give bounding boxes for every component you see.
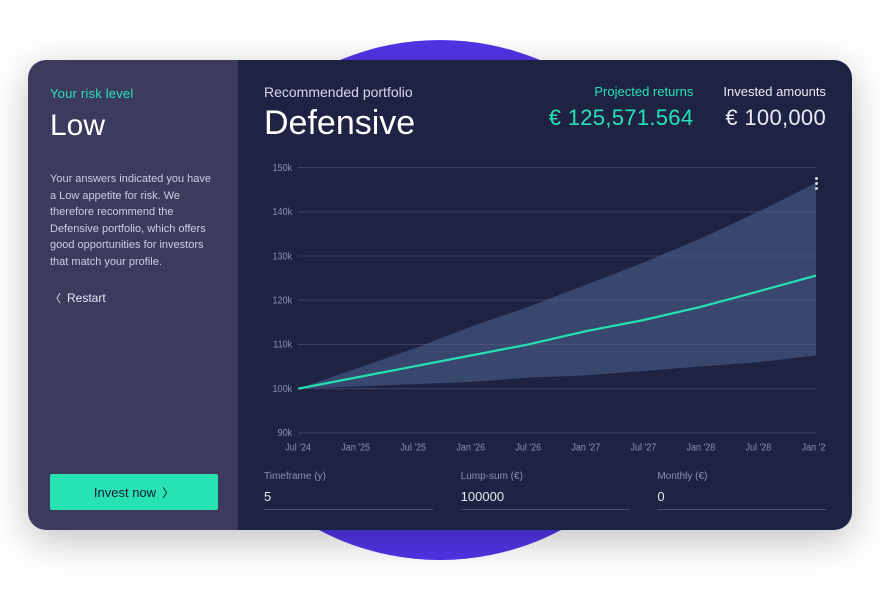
- svg-text:100k: 100k: [273, 384, 293, 395]
- inputs-row: Timeframe (y) Lump-sum (€) Monthly (€): [264, 471, 826, 510]
- monthly-label: Monthly (€): [657, 471, 826, 482]
- svg-text:Jul '27: Jul '27: [630, 442, 656, 453]
- risk-description: Your answers indicated you have a Low ap…: [50, 171, 218, 270]
- lump-sum-label: Lump-sum (€): [461, 471, 630, 482]
- main-content: Recommended portfolio Defensive Projecte…: [238, 60, 852, 530]
- invest-label: Invest now: [94, 485, 156, 500]
- svg-text:130k: 130k: [273, 251, 293, 262]
- sidebar: Your risk level Low Your answers indicat…: [28, 60, 238, 530]
- chart-menu-icon[interactable]: [815, 175, 818, 192]
- timeframe-input[interactable]: [264, 486, 433, 510]
- restart-button[interactable]: 〉 Restart: [50, 290, 218, 306]
- app-panel: Your risk level Low Your answers indicat…: [28, 60, 852, 530]
- invested-label: Invested amounts: [723, 84, 826, 99]
- restart-label: Restart: [67, 291, 106, 305]
- chevron-left-icon: 〉: [50, 290, 61, 306]
- svg-text:Jan '28: Jan '28: [686, 442, 715, 453]
- svg-text:120k: 120k: [273, 295, 293, 306]
- invested-value: € 100,000: [723, 105, 826, 131]
- svg-text:90k: 90k: [278, 428, 293, 439]
- projected-value: € 125,571.564: [549, 105, 694, 131]
- risk-label: Your risk level: [50, 86, 218, 101]
- timeframe-label: Timeframe (y): [264, 471, 433, 482]
- projection-chart: 90k 100k 110k 120k 130k 140k 150k Jul '24 Jan '2…: [264, 161, 826, 457]
- svg-text:Jan '26: Jan '26: [456, 442, 485, 453]
- chart-svg: 90k 100k 110k 120k 130k 140k 150k Jul '24 Jan '2…: [264, 161, 826, 457]
- svg-text:110k: 110k: [273, 339, 292, 350]
- svg-text:Jan '27: Jan '27: [571, 442, 600, 453]
- header-row: Recommended portfolio Defensive Projecte…: [264, 84, 826, 143]
- svg-text:Jul '26: Jul '26: [515, 442, 541, 453]
- svg-text:Jul '24: Jul '24: [285, 442, 311, 453]
- chevron-right-icon: 〉: [162, 484, 174, 501]
- svg-text:140k: 140k: [273, 207, 293, 218]
- svg-text:Jan '25: Jan '25: [341, 442, 370, 453]
- lump-sum-input[interactable]: [461, 486, 630, 510]
- svg-text:Jan '29: Jan '29: [802, 442, 826, 453]
- projected-label: Projected returns: [549, 84, 694, 99]
- projected-returns-block: Projected returns € 125,571.564: [549, 84, 694, 131]
- monthly-input[interactable]: [657, 486, 826, 510]
- invested-amounts-block: Invested amounts € 100,000: [723, 84, 826, 131]
- invest-now-button[interactable]: Invest now 〉: [50, 474, 218, 510]
- svg-text:Jul '25: Jul '25: [400, 442, 426, 453]
- svg-text:Jul '28: Jul '28: [746, 442, 772, 453]
- recommended-label: Recommended portfolio: [264, 84, 549, 100]
- svg-text:150k: 150k: [273, 163, 293, 174]
- risk-level-value: Low: [50, 109, 218, 143]
- portfolio-name: Defensive: [264, 104, 549, 143]
